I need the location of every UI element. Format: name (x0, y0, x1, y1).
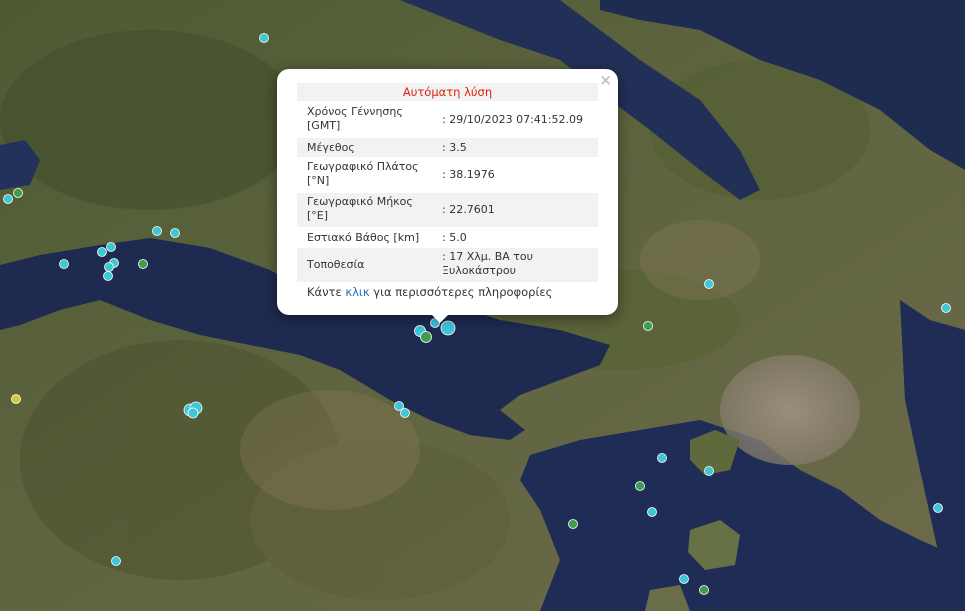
quake-marker (933, 503, 943, 513)
quake-marker (103, 271, 113, 281)
info-label: Τοποθεσία (307, 258, 365, 271)
more-info-link[interactable]: κλικ (345, 285, 369, 299)
info-row-longitude: Γεωγραφικό Μήκος [°E] : 22.7601 (297, 193, 598, 227)
quake-marker (13, 188, 23, 198)
quake-marker (679, 574, 689, 584)
info-row-latitude: Γεωγραφικό Πλάτος [°N] : 38.1976 (297, 158, 598, 192)
quake-marker (657, 453, 667, 463)
quake-marker (699, 585, 709, 595)
athens-urban-area (720, 355, 860, 465)
info-label: Γεωγραφικό Πλάτος [°N] (307, 160, 419, 187)
quake-marker (259, 33, 269, 43)
quake-marker (647, 507, 657, 517)
quake-marker (704, 279, 714, 289)
info-row-depth: Εστιακό Βάθος [km] : 5.0 (297, 228, 598, 247)
more-info-line: Κάντε κλικ για περισσότερες πληροφορίες (307, 285, 552, 299)
popup-title: Αυτόματη λύση (297, 83, 598, 101)
info-label: Εστιακό Βάθος [km] (307, 231, 420, 244)
quake-marker (941, 303, 951, 313)
quake-marker (59, 259, 69, 269)
quake-marker (138, 259, 148, 269)
popup-tip (430, 313, 450, 323)
quake-marker (106, 242, 116, 252)
info-value: : 5.0 (442, 231, 467, 244)
quake-marker (104, 262, 114, 272)
close-icon[interactable]: × (599, 72, 612, 88)
info-label: Γεωγραφικό Μήκος [°E] (307, 195, 413, 222)
more-info-prefix: Κάντε (307, 285, 342, 299)
info-value: : 17 Χλμ. ΒΑ του Ξυλοκάστρου (442, 250, 534, 277)
info-label: Χρόνος Γέννησης [GMT] (307, 105, 403, 132)
info-row-origin-time: Χρόνος Γέννησης [GMT] : 29/10/2023 07:41… (297, 103, 598, 137)
quake-marker (704, 466, 714, 476)
quake-marker (400, 408, 410, 418)
earthquake-info-popup: × Αυτόματη λύση Χρόνος Γέννησης [GMT] : … (277, 69, 618, 315)
info-label: Μέγεθος (307, 141, 355, 154)
info-row-magnitude: Μέγεθος : 3.5 (297, 138, 598, 157)
info-value: : 38.1976 (442, 168, 495, 181)
quake-marker (187, 407, 199, 419)
quake-marker (3, 194, 13, 204)
quake-marker (643, 321, 653, 331)
quake-marker (11, 394, 21, 404)
quake-marker (635, 481, 645, 491)
info-value: : 29/10/2023 07:41:52.09 (442, 113, 583, 126)
info-value: : 3.5 (442, 141, 467, 154)
quake-marker (152, 226, 162, 236)
quake-marker (170, 228, 180, 238)
quake-marker (97, 247, 107, 257)
more-info-suffix: για περισσότερες πληροφορίες (373, 285, 553, 299)
quake-marker (111, 556, 121, 566)
info-value: : 22.7601 (442, 203, 495, 216)
info-row-location: Τοποθεσία : 17 Χλμ. ΒΑ του Ξυλοκάστρου (297, 248, 598, 282)
quake-marker-selected (440, 320, 456, 336)
quake-marker (420, 331, 432, 343)
quake-marker (568, 519, 578, 529)
